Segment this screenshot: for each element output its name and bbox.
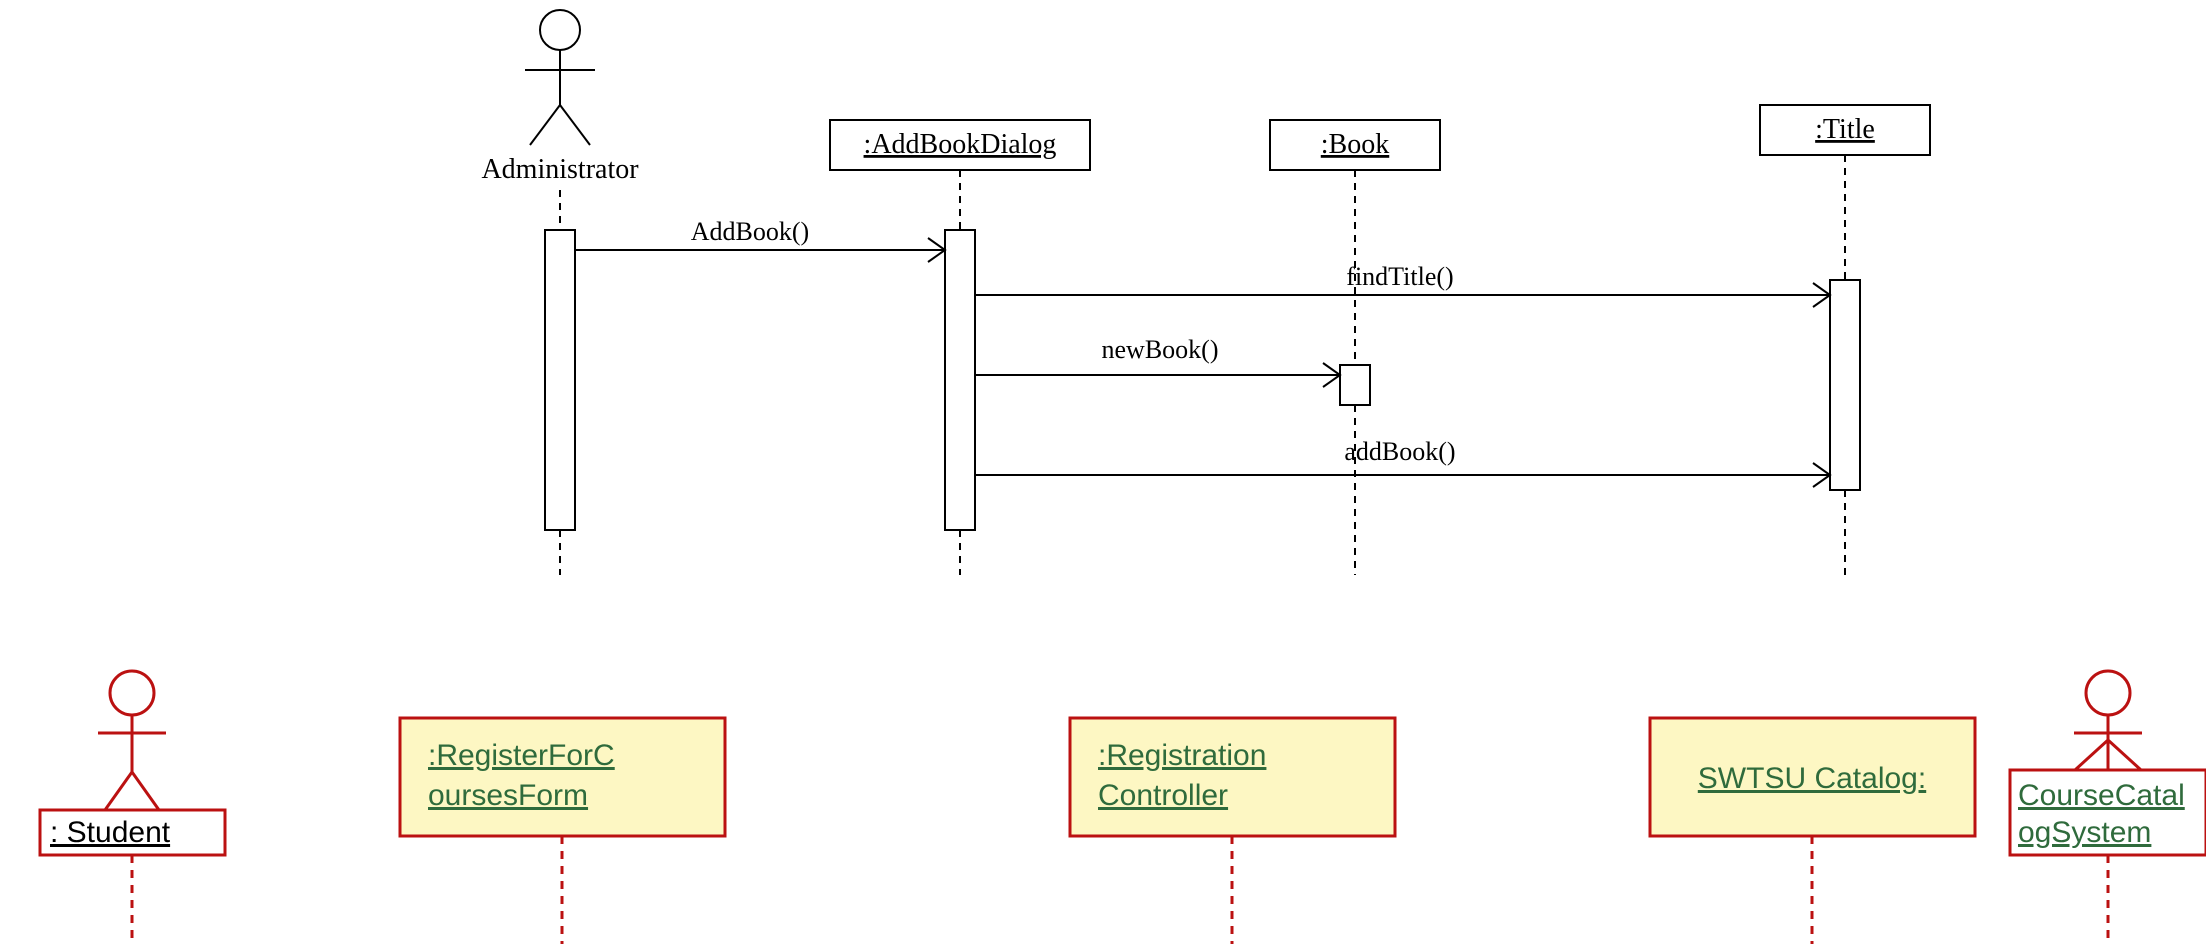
object-swtsucatalog: SWTSU Catalog: xyxy=(1650,718,1975,836)
message-findtitle-label: findTitle() xyxy=(1346,262,1453,291)
message-newbook xyxy=(975,363,1340,387)
message-addbook2 xyxy=(975,463,1830,487)
actor-coursecatalogsystem-label1: CourseCatal xyxy=(2018,779,2185,812)
object-registrationcontroller-label1: :Registration xyxy=(1098,739,1266,772)
object-registrationcontroller-label2: Controller xyxy=(1098,779,1228,812)
object-book-label: :Book xyxy=(1321,129,1389,160)
activation-actor xyxy=(545,230,575,530)
activation-book xyxy=(1340,365,1370,405)
actor-coursecatalogsystem-label2: ogSystem xyxy=(2018,816,2151,849)
actor-administrator-label: Administrator xyxy=(481,154,639,185)
object-registerforcoursesform-label1: :RegisterForC xyxy=(428,739,615,772)
object-registrationcontroller: :Registration Controller xyxy=(1070,718,1395,836)
message-addbook-label: AddBook() xyxy=(691,217,809,246)
actor-coursecatalogsystem xyxy=(2074,671,2142,770)
uml-sequence-diagram: Administrator :AddBookDialog :Book :Titl… xyxy=(0,0,2206,944)
object-registerforcoursesform: :RegisterForC oursesForm xyxy=(400,718,725,836)
message-newbook-label: newBook() xyxy=(1102,335,1219,364)
object-title: :Title xyxy=(1760,105,1930,155)
actor-administrator xyxy=(525,10,595,145)
actor-student xyxy=(98,671,166,810)
object-addbookdialog: :AddBookDialog xyxy=(830,120,1090,170)
object-swtsucatalog-label: SWTSU Catalog: xyxy=(1698,762,1926,795)
object-book: :Book xyxy=(1270,120,1440,170)
object-addbookdialog-label: :AddBookDialog xyxy=(864,129,1057,160)
activation-title xyxy=(1830,280,1860,490)
actor-student-label: : Student xyxy=(50,816,171,849)
object-registerforcoursesform-label2: oursesForm xyxy=(428,779,588,812)
message-addbook2-label: addBook() xyxy=(1344,437,1455,466)
object-title-label: :Title xyxy=(1815,114,1875,145)
activation-addbookdialog xyxy=(945,230,975,530)
